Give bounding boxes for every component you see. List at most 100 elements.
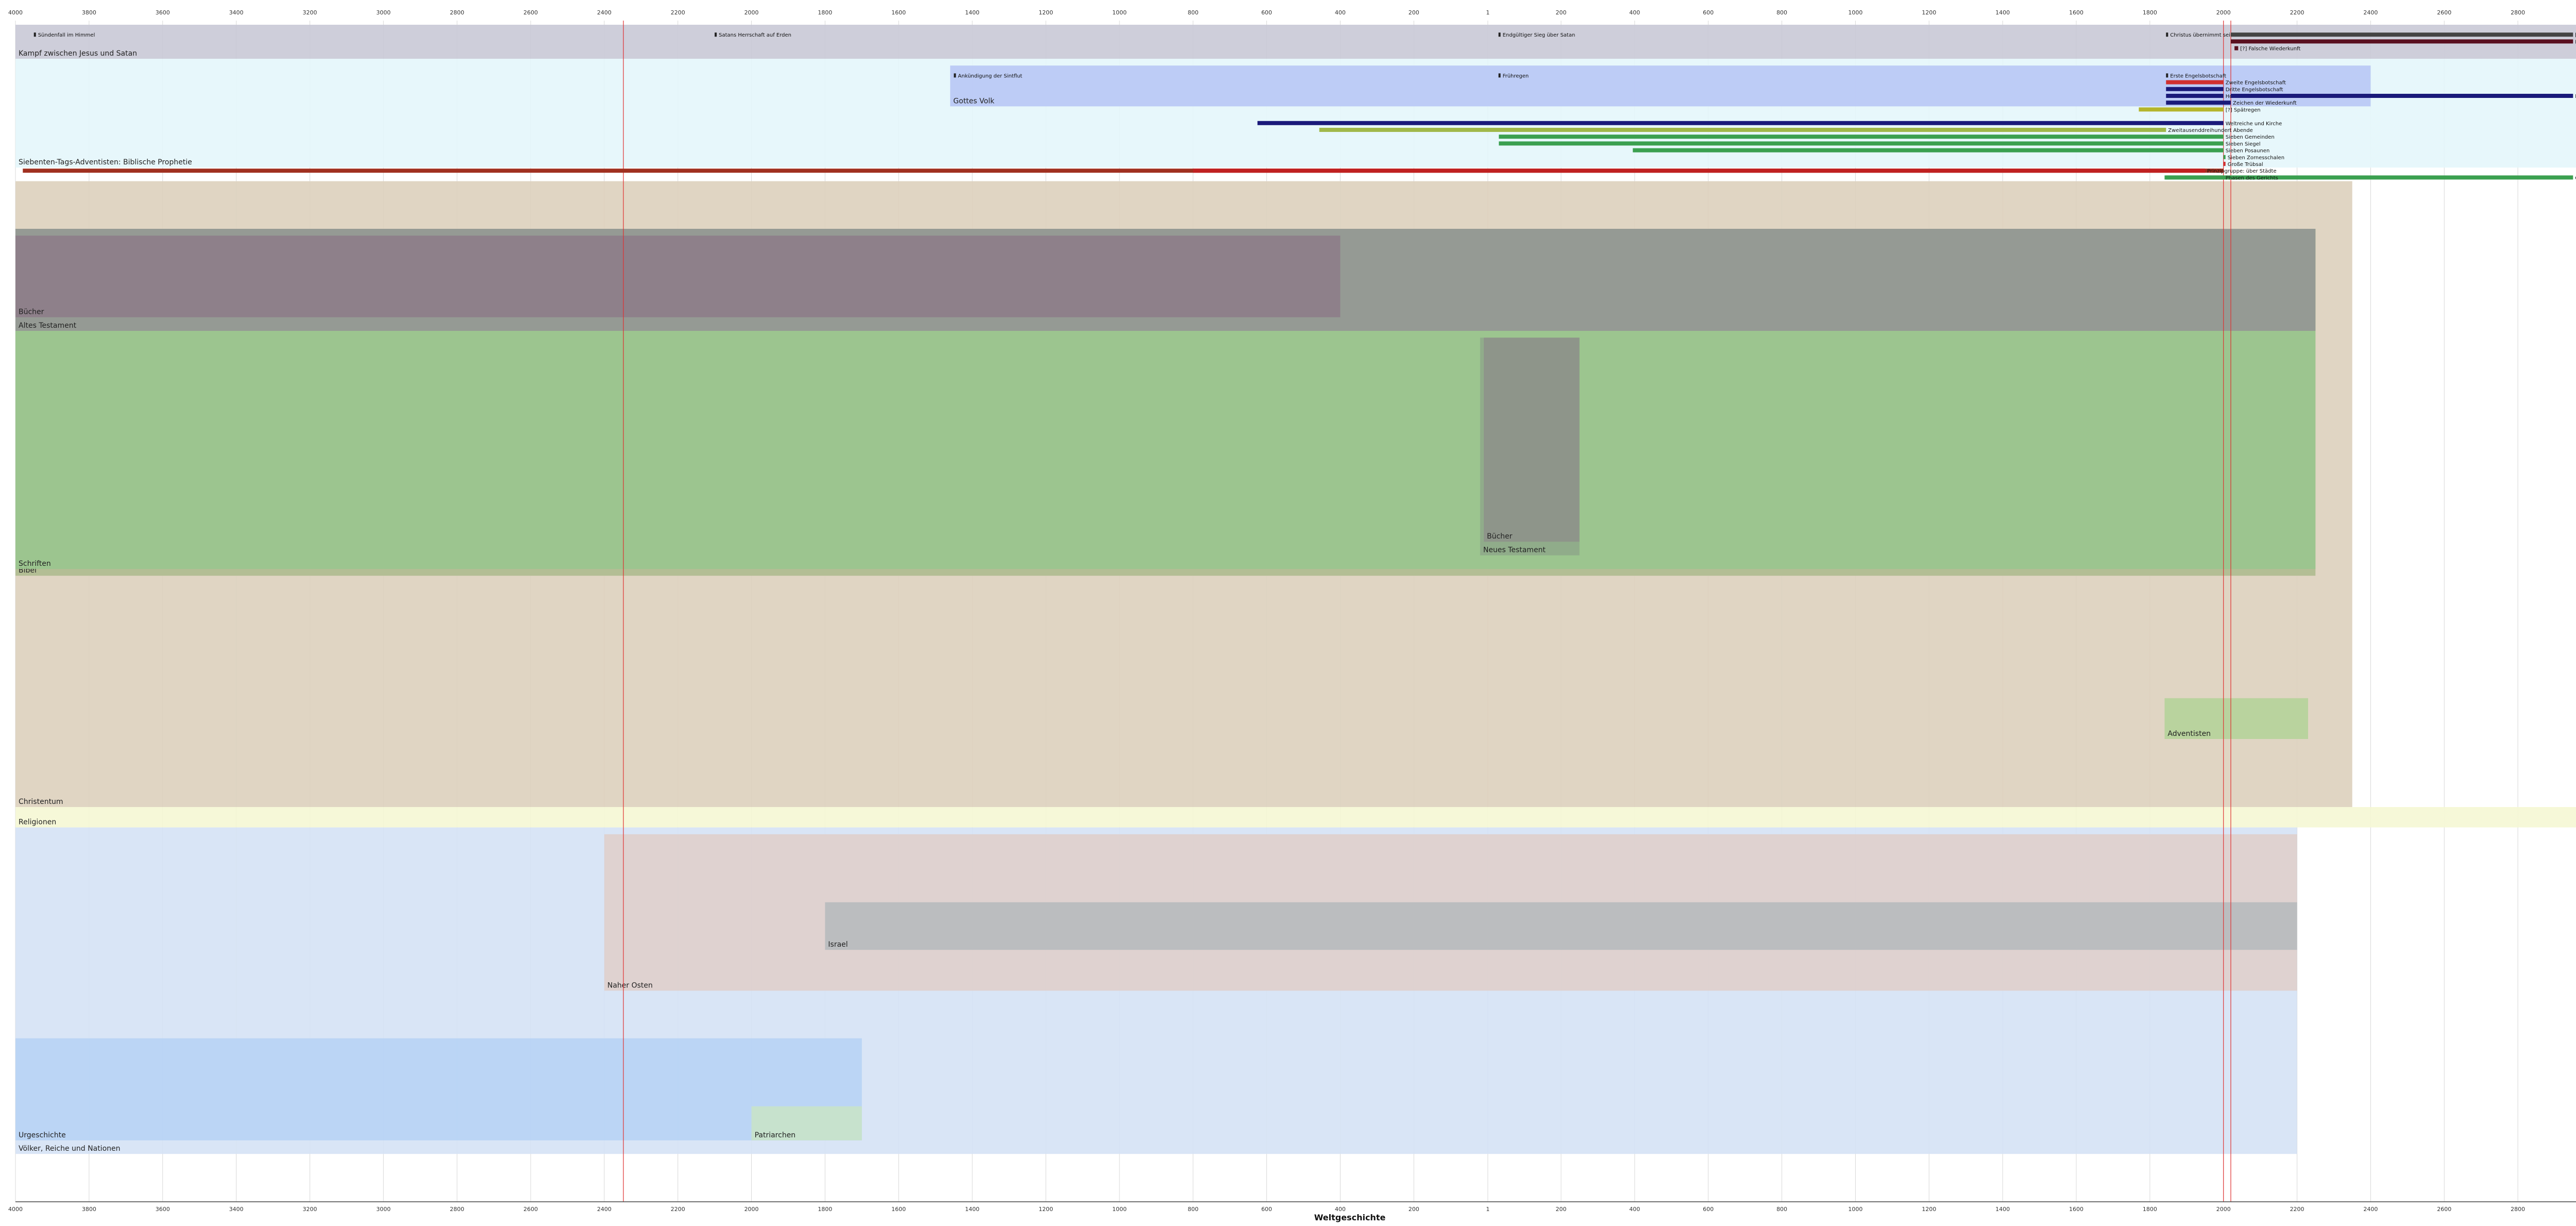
tick-label-bottom: 2600 <box>2437 1206 2451 1213</box>
timeline-bar <box>2166 87 2224 91</box>
tick-label-bottom: 200 <box>1409 1206 1419 1213</box>
tick-label-bottom: 2400 <box>597 1206 612 1213</box>
tick-label-bottom: 3000 <box>376 1206 391 1213</box>
tick-label-bottom: 2600 <box>523 1206 538 1213</box>
tick-label-top: 1400 <box>965 9 979 16</box>
tick-label-bottom: 3800 <box>82 1206 96 1213</box>
tick-label-top: 600 <box>1261 9 1272 16</box>
tick-label-top: 1000 <box>1848 9 1862 16</box>
tick-label-top: 2000 <box>744 9 759 16</box>
bar-label: Sieben Siegel <box>2226 141 2261 147</box>
tick-label-bottom: 1200 <box>1922 1206 1936 1213</box>
tick-label-bottom: 3600 <box>156 1206 170 1213</box>
group-label: Siebenten-Tags-Adventisten: Biblische Pr… <box>19 158 192 166</box>
tick-label-top: 2200 <box>2290 9 2304 16</box>
bar-label: Satans Herrschaft auf Erden <box>719 32 791 38</box>
tick-label-bottom: 2000 <box>744 1206 759 1213</box>
group-label: Israel <box>828 941 848 949</box>
tick-label-bottom: 800 <box>1776 1206 1787 1213</box>
timeline-bar <box>1498 73 1501 78</box>
timeline-bar <box>2231 39 2573 44</box>
bar-label: Zweite Engelsbotschaft <box>2226 80 2286 86</box>
group-region <box>15 236 1341 317</box>
tick-label-bottom: 1800 <box>818 1206 832 1213</box>
group-label: Schriften <box>19 560 51 568</box>
tick-label-top: 2400 <box>597 9 612 16</box>
timeline-bar <box>715 32 717 37</box>
tick-label-top: 1600 <box>2069 9 2083 16</box>
group-region <box>15 25 2576 59</box>
tick-label-top: 3800 <box>82 9 96 16</box>
tick-label-bottom: 1000 <box>1848 1206 1862 1213</box>
tick-label-bottom: 2400 <box>2363 1206 2378 1213</box>
tick-label-top: 2400 <box>2363 9 2378 16</box>
tick-label-top: 2600 <box>523 9 538 16</box>
group-region <box>15 807 2576 828</box>
tick-label-top: 3600 <box>156 9 170 16</box>
timeline-bar <box>1499 135 2224 139</box>
group-region <box>825 902 2297 950</box>
bar-label: Prinzipgruppe: über Städte <box>2207 169 2277 174</box>
tick-label-top: 2600 <box>2437 9 2451 16</box>
x-axis-title: Weltgeschichte <box>1314 1213 1386 1222</box>
tick-label-top: 1 <box>1486 9 1489 16</box>
tick-label-top: 1800 <box>818 9 832 16</box>
bar-label: Sieben Posaunen <box>2226 148 2270 154</box>
tick-label-bottom: 1400 <box>965 1206 979 1213</box>
bar-label: Zweitausenddreihundert Abende <box>2168 128 2252 133</box>
tick-label-bottom: 1800 <box>2143 1206 2157 1213</box>
timeline-bar <box>2139 107 2224 112</box>
group-region <box>1484 338 1580 542</box>
tick-label-top: 400 <box>1335 9 1346 16</box>
tick-label-bottom: 600 <box>1261 1206 1272 1213</box>
timeline-bar <box>2231 94 2573 98</box>
bar-label: Sündenfall im Himmel <box>38 32 95 38</box>
bar-label: Große Trübsal <box>2228 162 2263 167</box>
bar-label: Ankündigung der Sintflut <box>958 73 1022 79</box>
group-label: Patriarchen <box>755 1131 796 1139</box>
tick-label-top: 3000 <box>376 9 391 16</box>
tick-label-top: 1200 <box>1039 9 1053 16</box>
bar-label: Weltreiche und Kirche <box>2226 121 2282 127</box>
group-label: Altes Testament <box>19 322 77 330</box>
bar-label: Sieben Gemeinden <box>2226 135 2275 140</box>
tick-label-top: 2000 <box>2216 9 2231 16</box>
timeline-bar <box>2166 80 2224 85</box>
bar-label: Endgültiger Sieg über Satan <box>1503 32 1575 38</box>
tick-label-bottom: 2200 <box>671 1206 685 1213</box>
tick-label-bottom: 400 <box>1629 1206 1640 1213</box>
timeline-bar <box>2234 46 2239 51</box>
bar-label: Dritte Engelsbotschaft <box>2226 87 2283 93</box>
tick-label-top: 3200 <box>302 9 317 16</box>
group-backgrounds: Kampf zwischen Jesus und Satan Siebenten-… <box>15 25 2576 1154</box>
tick-label-bottom: 3400 <box>229 1206 244 1213</box>
group-label: Naher Osten <box>607 981 653 989</box>
timeline-bar <box>2166 94 2224 98</box>
group-label: Religionen <box>19 818 56 827</box>
tick-label-top: 800 <box>1188 9 1198 16</box>
tick-label-top: 2800 <box>450 9 464 16</box>
tick-label-bottom: 2800 <box>2511 1206 2525 1213</box>
timeline-bar <box>2166 100 2231 105</box>
timeline-bar <box>1499 141 2224 146</box>
group-region <box>15 1038 862 1140</box>
group-label: Kampf zwischen Jesus und Satan <box>19 49 137 58</box>
timeline-bar <box>2223 155 2226 159</box>
group-label: Gottes Volk <box>953 97 995 105</box>
tick-label-bottom: 1200 <box>1039 1206 1053 1213</box>
tick-label-top: 2800 <box>2511 9 2525 16</box>
tick-label-top: 400 <box>1629 9 1640 16</box>
tick-label-top: 600 <box>1703 9 1714 16</box>
tick-label-top: 800 <box>1776 9 1787 16</box>
group-label: Völker, Reiche und Nationen <box>19 1145 121 1153</box>
tick-label-top: 3400 <box>229 9 244 16</box>
bar-label: Sieben Zornesschalen <box>2228 155 2284 161</box>
tick-label-bottom: 1400 <box>1995 1206 2010 1213</box>
tick-label-bottom: 2800 <box>450 1206 464 1213</box>
timeline-bar <box>1498 32 1501 37</box>
tick-label-bottom: 2000 <box>2216 1206 2231 1213</box>
tick-label-bottom: 1000 <box>1112 1206 1127 1213</box>
group-label: Neues Testament <box>1483 546 1546 555</box>
group-label: Urgeschichte <box>19 1131 66 1139</box>
group-label: Bücher <box>1487 532 1513 541</box>
